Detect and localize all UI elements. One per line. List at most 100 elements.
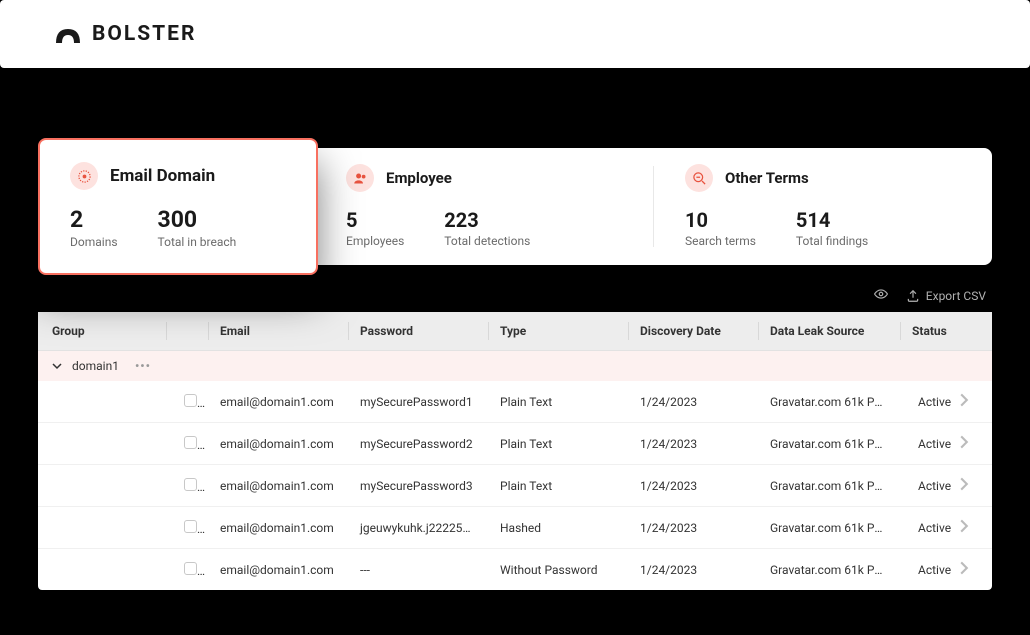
td-check <box>166 424 208 464</box>
stat-breach-value: 300 <box>158 206 237 233</box>
td-group <box>38 474 166 498</box>
td-email: email@domain1.com <box>208 425 348 463</box>
stat-findings-label: Total findings <box>796 234 868 248</box>
status-text: Active <box>918 563 951 577</box>
search-minus-icon <box>685 164 713 192</box>
visibility-icon[interactable] <box>874 287 888 304</box>
table-row[interactable]: email@domain1.comjgeuwykuhk.j222258...Ha… <box>38 507 992 549</box>
td-date: 1/24/2023 <box>628 383 758 421</box>
td-date: 1/24/2023 <box>628 425 758 463</box>
table-row[interactable]: email@domain1.com---Without Password1/24… <box>38 549 992 590</box>
td-password: --- <box>348 551 488 589</box>
th-email[interactable]: Email <box>208 312 348 350</box>
td-date: 1/24/2023 <box>628 509 758 547</box>
table-row[interactable]: email@domain1.commySecurePassword1Plain … <box>38 381 992 423</box>
td-source: Gravatar.com 61k Peo... <box>758 551 900 589</box>
stat-domains-value: 2 <box>70 206 118 233</box>
th-password[interactable]: Password <box>348 312 488 350</box>
td-email: email@domain1.com <box>208 383 348 421</box>
table-header: Group Email Password Type Discovery Date… <box>38 312 992 351</box>
stat-terms-label: Search terms <box>685 234 756 248</box>
td-source: Gravatar.com 61k Peo... <box>758 467 900 505</box>
th-source[interactable]: Data Leak Source <box>758 312 900 350</box>
th-discovery-date[interactable]: Discovery Date <box>628 312 758 350</box>
td-check <box>166 382 208 422</box>
td-status: Active <box>900 381 992 422</box>
row-checkbox[interactable] <box>184 436 197 449</box>
row-checkbox[interactable] <box>184 394 197 407</box>
th-check <box>166 312 208 350</box>
td-status: Active <box>900 507 992 548</box>
header-bar: BOLSTER <box>0 0 1030 68</box>
row-checkbox[interactable] <box>184 562 197 575</box>
td-status: Active <box>900 465 992 506</box>
td-password: jgeuwykuhk.j222258... <box>348 509 488 547</box>
status-text: Active <box>918 437 951 451</box>
td-email: email@domain1.com <box>208 551 348 589</box>
brand-name: BOLSTER <box>92 22 196 46</box>
card-title: Other Terms <box>725 169 809 187</box>
main-content: Email Domain 2 Domains 300 Total in brea… <box>0 68 1030 590</box>
table-row[interactable]: email@domain1.commySecurePassword2Plain … <box>38 423 992 465</box>
td-status: Active <box>900 549 992 590</box>
card-title: Email Domain <box>110 166 215 186</box>
td-group <box>38 558 166 582</box>
td-check <box>166 508 208 548</box>
td-type: Plain Text <box>488 467 628 505</box>
stat-domains-label: Domains <box>70 235 118 249</box>
td-check <box>166 550 208 590</box>
status-text: Active <box>918 479 951 493</box>
export-csv-button[interactable]: Export CSV <box>906 289 986 303</box>
globe-icon <box>70 162 98 190</box>
export-label: Export CSV <box>926 289 986 303</box>
td-type: Without Password <box>488 551 628 589</box>
row-expand-button[interactable] <box>957 393 981 410</box>
td-password: mySecurePassword1 <box>348 383 488 421</box>
card-strip: Employee 5 Employees 223 Total detection… <box>314 148 992 265</box>
td-source: Gravatar.com 61k Peo... <box>758 425 900 463</box>
row-checkbox[interactable] <box>184 478 197 491</box>
row-expand-button[interactable] <box>957 435 981 452</box>
card-employee[interactable]: Employee 5 Employees 223 Total detection… <box>314 148 653 265</box>
td-email: email@domain1.com <box>208 467 348 505</box>
card-email-domain[interactable]: Email Domain 2 Domains 300 Total in brea… <box>38 138 318 275</box>
stat-breach-label: Total in breach <box>158 235 237 249</box>
group-row[interactable]: domain1 ••• <box>38 351 992 381</box>
status-text: Active <box>918 395 951 409</box>
users-icon <box>346 164 374 192</box>
chevron-down-icon <box>52 361 62 371</box>
more-icon[interactable]: ••• <box>135 359 151 373</box>
row-expand-button[interactable] <box>957 561 981 578</box>
th-status[interactable]: Status <box>900 312 992 350</box>
stat-employees-label: Employees <box>346 234 404 248</box>
td-email: email@domain1.com <box>208 509 348 547</box>
td-source: Gravatar.com 61k Peo... <box>758 383 900 421</box>
card-title: Employee <box>386 169 452 187</box>
stat-detections-label: Total detections <box>444 234 530 248</box>
td-status: Active <box>900 423 992 464</box>
td-group <box>38 432 166 456</box>
td-password: mySecurePassword3 <box>348 467 488 505</box>
brand-logo[interactable]: BOLSTER <box>54 22 976 46</box>
td-group <box>38 516 166 540</box>
td-check <box>166 466 208 506</box>
findings-table: Group Email Password Type Discovery Date… <box>38 312 992 590</box>
stat-detections-value: 223 <box>444 208 530 232</box>
td-type: Hashed <box>488 509 628 547</box>
row-expand-button[interactable] <box>957 477 981 494</box>
td-type: Plain Text <box>488 425 628 463</box>
group-name: domain1 <box>72 359 119 373</box>
td-type: Plain Text <box>488 383 628 421</box>
stat-employees-value: 5 <box>346 208 404 232</box>
th-type[interactable]: Type <box>488 312 628 350</box>
td-date: 1/24/2023 <box>628 467 758 505</box>
th-group[interactable]: Group <box>38 312 166 350</box>
table-row[interactable]: email@domain1.commySecurePassword3Plain … <box>38 465 992 507</box>
bolster-logo-icon <box>54 23 82 45</box>
row-expand-button[interactable] <box>957 519 981 536</box>
stat-terms-value: 10 <box>685 208 756 232</box>
upload-icon <box>906 289 920 303</box>
stat-findings-value: 514 <box>796 208 868 232</box>
row-checkbox[interactable] <box>184 520 197 533</box>
card-other-terms[interactable]: Other Terms 10 Search terms 514 Total fi… <box>653 148 992 265</box>
